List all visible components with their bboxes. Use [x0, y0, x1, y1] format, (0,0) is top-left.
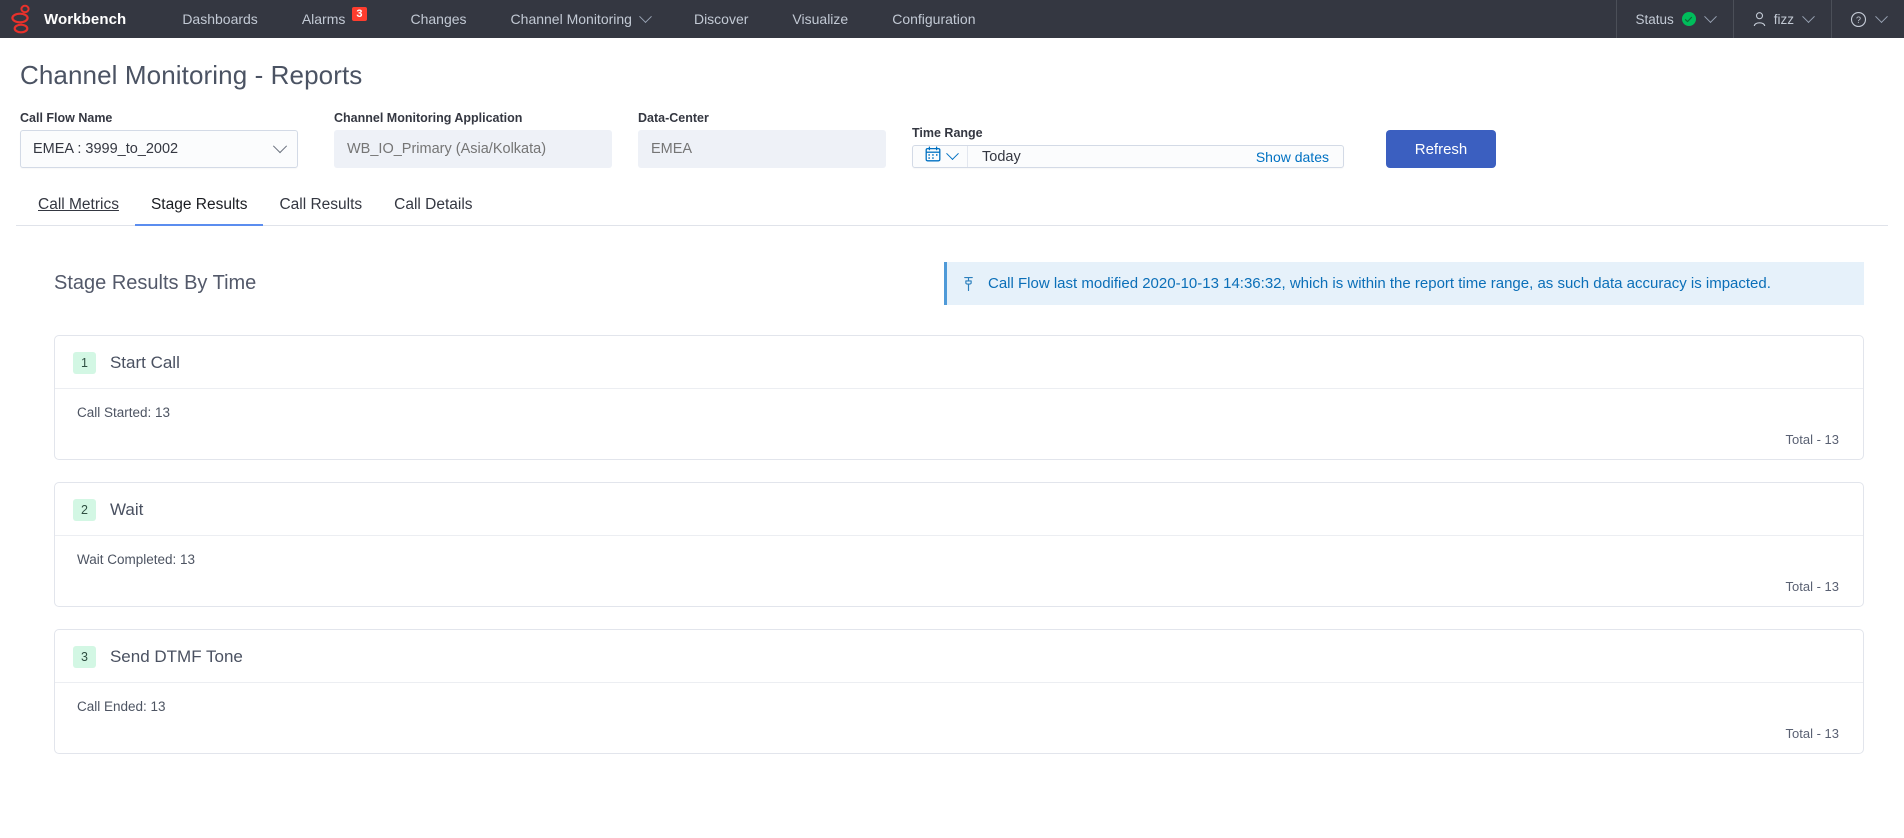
tab-call-results[interactable]: Call Results [263, 196, 378, 225]
data-center-input[interactable] [638, 130, 886, 168]
data-center-field: Data-Center [638, 111, 886, 168]
stage-metric: Wait Completed: 13 [77, 552, 196, 567]
app-brand-name[interactable]: Workbench [44, 0, 160, 38]
status-menu[interactable]: Status [1616, 0, 1732, 38]
call-flow-select[interactable]: EMEA : 3999_to_2002 [20, 130, 298, 168]
nav-label: Configuration [892, 11, 976, 27]
stage-card-header: 1 Start Call [55, 336, 1863, 389]
stage-step-badge: 1 [73, 352, 96, 374]
red-abstract-logo-icon [11, 4, 30, 34]
help-circle-icon: ? [1850, 11, 1867, 28]
nav-item-alarms[interactable]: Alarms 3 [280, 0, 389, 38]
stage-title: Start Call [109, 353, 180, 372]
call-flow-value: EMEA : 3999_to_2002 [33, 141, 179, 157]
calendar-icon [925, 146, 941, 167]
nav-label: Channel Monitoring [510, 11, 632, 27]
tab-call-details[interactable]: Call Details [378, 196, 488, 225]
date-quick-select-button[interactable] [913, 146, 968, 167]
section-header-row: Stage Results By Time Call Flow last mod… [16, 262, 1888, 305]
nav-label: Visualize [792, 11, 849, 27]
app-logo[interactable] [0, 0, 44, 38]
nav-label: Discover [693, 11, 749, 27]
tab-label: Call Results [279, 196, 363, 213]
nav-item-changes[interactable]: Changes [389, 0, 489, 38]
application-field: Channel Monitoring Application [334, 111, 612, 168]
tab-label: Call Details [394, 196, 473, 213]
data-center-label: Data-Center [638, 111, 709, 125]
time-range-field: Time Range Today Show dates [912, 126, 1344, 168]
primary-nav: Dashboards Alarms 3 Changes Channel Moni… [160, 0, 997, 38]
stage-card-header: 2 Wait [55, 483, 1863, 536]
stage-card: 2 Wait Wait Completed: 13 Total - 13 [54, 482, 1864, 607]
stage-cards-list: 1 Start Call Call Started: 13 Total - 13… [16, 335, 1888, 754]
stage-total: Total - 13 [1785, 432, 1839, 447]
page-title: Channel Monitoring - Reports [20, 60, 363, 90]
tab-stage-results[interactable]: Stage Results [134, 196, 264, 226]
nav-label: Changes [410, 11, 467, 27]
user-menu[interactable]: fizz [1732, 0, 1831, 38]
show-dates-link[interactable]: Show dates [1242, 146, 1343, 167]
time-range-label: Time Range [912, 126, 983, 140]
stage-metric: Call Started: 13 [77, 405, 171, 420]
section-title: Stage Results By Time [54, 272, 257, 294]
chevron-down-icon [272, 139, 288, 154]
stage-total: Total - 13 [1785, 579, 1839, 594]
status-label: Status [1635, 11, 1674, 27]
tab-label: Call Metrics [38, 196, 119, 213]
stage-title: Wait [109, 500, 144, 519]
nav-item-configuration[interactable]: Configuration [870, 0, 997, 38]
check-circle-icon [1681, 12, 1696, 26]
stage-card: 3 Send DTMF Tone Call Ended: 13 Total - … [54, 629, 1864, 754]
page-container: Channel Monitoring - Reports Call Flow N… [0, 60, 1904, 754]
alarms-count-badge: 3 [352, 7, 367, 21]
callout-text: Call Flow last modified 2020-10-13 14:36… [988, 275, 1771, 292]
time-range-value[interactable]: Today [968, 146, 1242, 167]
help-menu[interactable]: ? [1831, 0, 1904, 38]
svg-text:?: ? [1856, 14, 1861, 24]
top-navbar: Workbench Dashboards Alarms 3 Changes Ch… [0, 0, 1904, 38]
stage-title: Send DTMF Tone [109, 647, 243, 666]
data-accuracy-callout: Call Flow last modified 2020-10-13 14:36… [944, 262, 1864, 305]
pin-icon [961, 276, 976, 292]
chevron-down-icon [639, 9, 652, 23]
chevron-down-icon [1875, 9, 1888, 23]
refresh-button[interactable]: Refresh [1386, 130, 1496, 168]
chevron-down-icon [946, 147, 959, 161]
stage-card-header: 3 Send DTMF Tone [55, 630, 1863, 683]
stage-card: 1 Start Call Call Started: 13 Total - 13 [54, 335, 1864, 460]
stage-step-badge: 3 [73, 646, 96, 668]
nav-label: Alarms [301, 11, 346, 27]
report-tabs: Call Metrics Stage Results Call Results … [16, 196, 1888, 226]
user-name-label: fizz [1773, 11, 1794, 27]
application-input[interactable] [334, 130, 612, 168]
nav-item-discover[interactable]: Discover [672, 0, 770, 38]
navbar-right-group: Status fizz ? [1616, 0, 1904, 38]
filter-bar: Call Flow Name EMEA : 3999_to_2002 Chann… [16, 111, 1888, 168]
nav-item-channel-monitoring[interactable]: Channel Monitoring [489, 0, 672, 38]
chevron-down-icon [1703, 9, 1717, 23]
user-avatar-icon [1752, 11, 1767, 27]
nav-item-visualize[interactable]: Visualize [770, 0, 870, 38]
tab-label: Stage Results [150, 196, 248, 213]
call-flow-field: Call Flow Name EMEA : 3999_to_2002 [20, 111, 298, 168]
application-label: Channel Monitoring Application [334, 111, 523, 125]
stage-total: Total - 13 [1785, 726, 1839, 741]
stage-step-badge: 2 [73, 499, 96, 521]
stage-metric: Call Ended: 13 [77, 699, 166, 714]
nav-label: Dashboards [182, 11, 258, 27]
call-flow-label: Call Flow Name [20, 111, 113, 125]
chevron-down-icon [1802, 9, 1815, 23]
tab-call-metrics[interactable]: Call Metrics [20, 196, 135, 225]
time-range-control: Today Show dates [912, 145, 1344, 168]
nav-item-dashboards[interactable]: Dashboards [160, 0, 280, 38]
